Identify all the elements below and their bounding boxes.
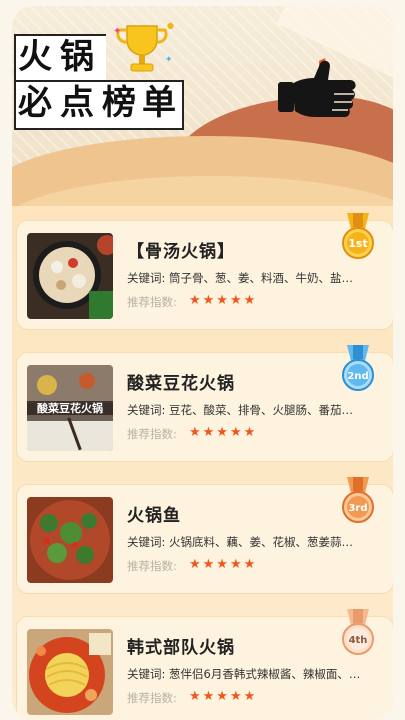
svg-text:酸菜豆花火锅: 酸菜豆花火锅 xyxy=(37,401,103,415)
ranking-list: 【骨汤火锅】 关键词: 筒子骨、葱、姜、料酒、牛奶、盐… 推荐指数: ★★★★★… xyxy=(12,206,393,720)
dish-keywords: 关键词: 筒子骨、葱、姜、料酒、牛奶、盐… xyxy=(127,271,354,285)
rank-label: 3rd xyxy=(348,503,367,514)
rating-stars: ★★★★★ xyxy=(189,557,258,572)
dish-name: 韩式部队火锅 xyxy=(127,638,235,658)
banner-title-char: 单 xyxy=(142,83,176,123)
banner-title-char: 火 xyxy=(18,37,52,77)
dish-keywords: 关键词: 葱伴侣6月香韩式辣椒酱、辣椒面、… xyxy=(127,667,361,681)
rank-medal-icon: 1st xyxy=(342,213,374,259)
thumbs-up-icon xyxy=(278,58,356,117)
rank-label: 2nd xyxy=(347,371,368,382)
app-screen: 火 锅 必 点 榜 单 ✦ ✦ ● 【骨汤火锅】 关键词: 筒子骨、葱、姜、料酒… xyxy=(12,6,393,720)
rating-label: 推荐指数: xyxy=(127,427,177,441)
food-thumbnail xyxy=(27,629,113,715)
hero-banner: 火 锅 必 点 榜 单 ✦ ✦ ● xyxy=(12,6,393,206)
trophy-icon: ✦ ✦ ● xyxy=(113,21,174,72)
banner-title-char: 必 xyxy=(18,83,52,123)
rating-label: 推荐指数: xyxy=(127,295,177,309)
rank-medal-icon: 2nd xyxy=(342,345,374,391)
dish-name: 【骨汤火锅】 xyxy=(127,242,235,262)
food-thumbnail xyxy=(27,497,113,583)
rank-medal-icon: 4th xyxy=(342,609,374,655)
banner-title-char: 锅 xyxy=(60,37,94,77)
rank-label: 1st xyxy=(348,237,367,250)
svg-text:●: ● xyxy=(167,21,174,30)
ranking-card-2[interactable]: 酸菜豆花火锅 酸菜豆花火锅 关键词: 豆花、酸菜、排骨、火腿肠、番茄… 推荐指数… xyxy=(16,345,393,462)
rating-stars: ★★★★★ xyxy=(189,689,258,704)
rating-stars: ★★★★★ xyxy=(189,425,258,440)
dish-name: 酸菜豆花火锅 xyxy=(127,374,235,394)
ranking-card-4[interactable]: 韩式部队火锅 关键词: 葱伴侣6月香韩式辣椒酱、辣椒面、… 推荐指数: ★★★★… xyxy=(16,609,393,720)
svg-text:✦: ✦ xyxy=(165,55,173,65)
banner-title-char: 点 xyxy=(60,83,94,123)
food-thumbnail: 酸菜豆花火锅 xyxy=(27,365,113,451)
rating-stars: ★★★★★ xyxy=(189,293,258,308)
rating-label: 推荐指数: xyxy=(127,559,177,573)
dish-keywords: 关键词: 火锅底料、藕、姜、花椒、葱姜蒜… xyxy=(127,535,354,549)
rank-medal-icon: 3rd xyxy=(342,477,374,523)
dish-keywords: 关键词: 豆花、酸菜、排骨、火腿肠、番茄… xyxy=(127,403,354,417)
ranking-card-3[interactable]: 火锅鱼 关键词: 火锅底料、藕、姜、花椒、葱姜蒜… 推荐指数: ★★★★★ 3r… xyxy=(16,477,393,594)
svg-text:✦: ✦ xyxy=(113,26,121,37)
rating-label: 推荐指数: xyxy=(127,691,177,705)
ranking-card-1[interactable]: 【骨汤火锅】 关键词: 筒子骨、葱、姜、料酒、牛奶、盐… 推荐指数: ★★★★★… xyxy=(16,213,393,330)
dish-name: 火锅鱼 xyxy=(127,506,181,526)
food-thumbnail xyxy=(27,233,113,319)
banner-title-char: 榜 xyxy=(102,83,136,123)
rank-label: 4th xyxy=(349,635,368,646)
